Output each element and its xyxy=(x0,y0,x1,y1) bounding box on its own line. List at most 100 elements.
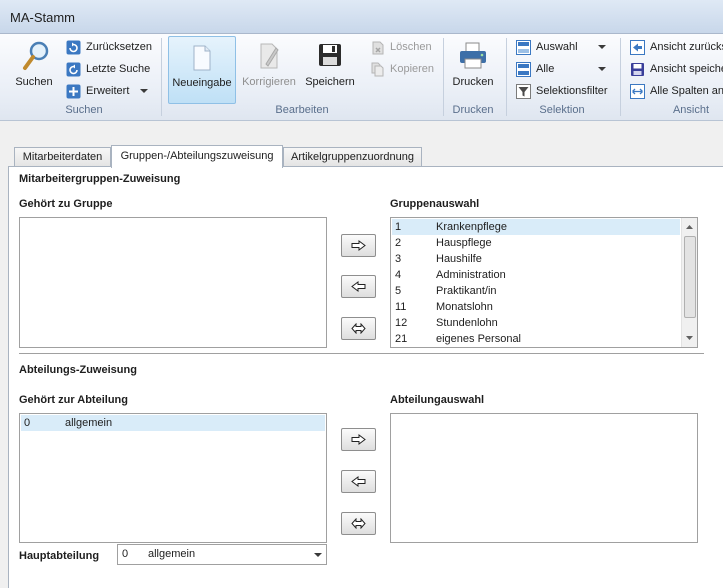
window-title: MA-Stamm xyxy=(10,10,75,25)
view-reset-label: Ansicht zurücks xyxy=(650,41,723,53)
history-icon xyxy=(66,62,81,77)
group-label-selektion: Selektion xyxy=(539,104,585,116)
chevron-down-icon xyxy=(598,45,606,49)
copy-icon xyxy=(371,62,384,77)
edit-document-icon xyxy=(260,43,279,69)
department-selection-label: Abteilungauswahl xyxy=(390,394,485,406)
tab-artikelgruppenzuordnung[interactable]: Artikelgruppenzuordnung xyxy=(283,147,422,167)
tab-mitarbeiterdaten[interactable]: Mitarbeiterdaten xyxy=(14,147,111,167)
remove-department-button[interactable] xyxy=(341,470,376,493)
reset-button-label: Zurücksetzen xyxy=(86,41,153,53)
list-item[interactable]: 11 Monatslohn xyxy=(392,299,680,315)
group-number: 4 xyxy=(395,269,402,281)
group-name: Haushilfe xyxy=(436,253,482,265)
group-separator xyxy=(620,38,621,116)
group-separator xyxy=(506,38,507,116)
scroll-up-icon xyxy=(686,225,693,229)
new-document-icon xyxy=(193,45,211,71)
group-number: 3 xyxy=(395,253,402,265)
list-item[interactable]: 3 Haushilfe xyxy=(392,251,680,267)
delete-icon xyxy=(372,41,384,55)
arrow-both-icon xyxy=(351,518,366,529)
list-item[interactable]: 0 allgemein xyxy=(21,415,325,431)
group-name: Monatslohn xyxy=(436,301,493,313)
main-department-select[interactable]: 0 allgemein xyxy=(117,544,327,565)
list-item[interactable]: 21 eigenes Personal xyxy=(392,331,680,347)
list-item[interactable]: 2 Hauspflege xyxy=(392,235,680,251)
all-icon xyxy=(516,62,531,77)
print-button-label: Drucken xyxy=(452,76,494,88)
search-button[interactable]: Suchen xyxy=(10,36,58,102)
swap-departments-button[interactable] xyxy=(341,512,376,535)
copy-button-label: Kopieren xyxy=(390,63,435,75)
new-entry-button[interactable]: Neueingabe xyxy=(168,36,236,104)
view-save-label: Ansicht speiche xyxy=(650,63,723,75)
group-label-bearbeiten: Bearbeiten xyxy=(275,104,329,116)
group-selection-list[interactable]: 1 Krankenpflege 2 Hauspflege 3 Haushilfe 4 A… xyxy=(390,217,698,348)
selection-dropdown-button[interactable]: Auswahl xyxy=(516,38,606,58)
department-name: allgemein xyxy=(65,417,113,429)
magnifier-icon xyxy=(23,41,49,70)
department-number: 0 xyxy=(24,417,31,429)
list-item[interactable]: 5 Praktikant/in xyxy=(392,283,680,299)
group-separator xyxy=(443,38,444,116)
group-selection-label: Gruppenauswahl xyxy=(390,198,480,210)
printer-icon xyxy=(460,42,486,69)
floppy-disk-icon xyxy=(319,44,341,66)
section-divider xyxy=(19,353,704,354)
advanced-button-label: Erweitert xyxy=(86,85,130,97)
save-button[interactable]: Speichern xyxy=(302,36,358,102)
assigned-departments-list[interactable]: 0 allgemein xyxy=(19,413,327,543)
assigned-groups-list[interactable] xyxy=(19,217,327,348)
group-number: 5 xyxy=(395,285,402,297)
department-assignment-title: Abteilungs-Zuweisung xyxy=(19,364,137,376)
ribbon: Suchen Zurücksetzen Letzte Suche Erweite… xyxy=(0,34,723,121)
group-name: Praktikant/in xyxy=(436,285,497,297)
vertical-scrollbar[interactable] xyxy=(681,218,697,347)
group-number: 1 xyxy=(395,221,402,233)
new-entry-button-label: Neueingabe xyxy=(172,77,232,89)
arrow-right-icon xyxy=(351,434,366,445)
add-department-button[interactable] xyxy=(341,428,376,451)
arrow-left-icon xyxy=(351,476,366,487)
add-group-button[interactable] xyxy=(341,234,376,257)
selection-label: Auswahl xyxy=(536,41,578,53)
main-department-label: Hauptabteilung xyxy=(19,550,100,562)
scrollbar-thumb[interactable] xyxy=(684,236,696,318)
print-button[interactable]: Drucken xyxy=(448,36,498,102)
all-columns-label: Alle Spalten an xyxy=(650,85,723,97)
group-name: Hauspflege xyxy=(436,237,492,249)
chevron-down-icon xyxy=(598,67,606,71)
advanced-button[interactable]: Erweitert xyxy=(66,82,150,102)
filter-icon xyxy=(516,84,531,99)
department-selection-list[interactable] xyxy=(390,413,698,543)
reset-icon xyxy=(66,40,81,55)
swap-groups-button[interactable] xyxy=(341,317,376,340)
group-name: Krankenpflege xyxy=(436,221,507,233)
view-save-icon xyxy=(631,63,644,76)
correct-button[interactable]: Korrigieren xyxy=(238,36,300,102)
scroll-down-icon xyxy=(686,336,693,340)
arrow-both-icon xyxy=(351,323,366,334)
all-dropdown-button[interactable]: Alle xyxy=(516,60,606,80)
tab-gruppen-abteilungszuweisung[interactable]: Gruppen-/Abteilungszuweisung xyxy=(111,145,283,168)
last-search-button-label: Letzte Suche xyxy=(86,63,151,75)
group-label-ansicht: Ansicht xyxy=(672,104,710,116)
save-button-label: Speichern xyxy=(305,76,355,88)
list-item[interactable]: 1 Krankenpflege xyxy=(392,219,680,235)
group-label-suchen: Suchen xyxy=(65,104,103,116)
main-content: Mitarbeiterdaten Gruppen-/Abteilungszuwe… xyxy=(0,121,723,588)
group-separator xyxy=(161,38,162,116)
columns-icon xyxy=(630,84,645,99)
remove-group-button[interactable] xyxy=(341,275,376,298)
all-label: Alle xyxy=(536,63,555,75)
view-back-icon xyxy=(630,40,645,55)
selection-icon xyxy=(516,40,531,55)
selection-filter-label: Selektionsfilter xyxy=(536,85,608,97)
group-name: eigenes Personal xyxy=(436,333,522,345)
search-button-label: Suchen xyxy=(15,76,53,88)
group-assignment-title: Mitarbeitergruppen-Zuweisung xyxy=(19,173,181,185)
list-item[interactable]: 12 Stundenlohn xyxy=(392,315,680,331)
group-name: Administration xyxy=(436,269,506,281)
list-item[interactable]: 4 Administration xyxy=(392,267,680,283)
